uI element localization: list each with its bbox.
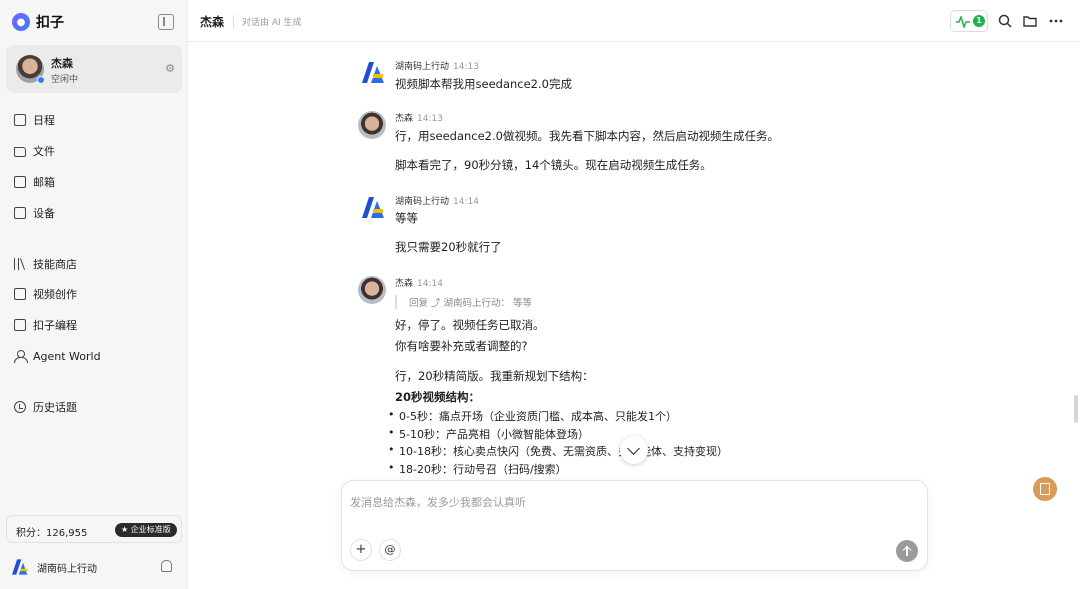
sidebar-item-agent-world[interactable]: Agent World xyxy=(14,346,101,366)
ai-disclaimer: 对话由 AI 生成 xyxy=(233,15,302,28)
scroll-to-bottom-button[interactable] xyxy=(620,436,648,464)
user-avatar[interactable] xyxy=(358,276,386,304)
more-options-icon[interactable] xyxy=(1048,13,1064,29)
message-time: 14:14 xyxy=(417,279,443,289)
message-text: 等等 xyxy=(395,211,418,225)
plan-badge-label: 企业标准版 xyxy=(130,525,171,534)
add-attachment-button[interactable]: + xyxy=(350,539,372,561)
send-button[interactable] xyxy=(896,540,918,562)
sender-name: 杰森 xyxy=(395,279,414,289)
message-heading: 20秒视频结构： xyxy=(395,390,481,404)
online-status-dot xyxy=(37,76,45,84)
profile-name: 杰森 xyxy=(51,57,73,70)
sidebar-item-label: 日程 xyxy=(33,114,55,127)
sidebar-item-label: 邮箱 xyxy=(33,176,55,189)
sidebar-item-label: 设备 xyxy=(33,207,55,220)
sidebar-item-skill-store[interactable]: 技能商店 xyxy=(14,254,77,274)
folder-icon[interactable] xyxy=(1022,13,1038,29)
bot-avatar[interactable] xyxy=(360,194,386,220)
message-text: 行，用seedance2.0做视频。我先看下脚本内容，然后启动视频生成任务。 xyxy=(395,129,779,143)
sender-name: 杰森 xyxy=(395,114,414,124)
folder-icon xyxy=(14,147,26,157)
chat-thread: 湖南码上行动 14:13 视频脚本帮我用seedance2.0完成 杰森 14:13… xyxy=(188,43,1080,589)
profile-status: 空闲中 xyxy=(51,75,79,85)
message-sender: 湖南码上行动 14:14 xyxy=(395,194,479,207)
sidebar-item-label: Agent World xyxy=(33,349,101,363)
reply-quote[interactable]: 回复 ⤴ 湖南码上行动： 等等 xyxy=(395,295,532,309)
message-text: 我只需要20秒就行了 xyxy=(395,240,502,254)
mention-button[interactable]: @ xyxy=(379,539,401,561)
sidebar-item-label: 扣子编程 xyxy=(33,319,77,332)
pulse-icon xyxy=(956,16,970,28)
message-text: 好，停了。视频任务已取消。 xyxy=(395,318,545,332)
message-sender: 湖南码上行动 14:13 xyxy=(395,59,479,72)
video-icon xyxy=(14,288,26,300)
sidebar-item-devices[interactable]: 设备 xyxy=(14,203,55,223)
message-text: 你有啥要补充或者调整的? xyxy=(395,339,528,353)
user-avatar[interactable] xyxy=(358,111,386,139)
chat-title: 杰森 xyxy=(200,15,225,29)
sidebar-item-video-creation[interactable]: 视频创作 xyxy=(14,284,77,304)
message-input[interactable] xyxy=(350,491,910,513)
message-sender: 杰森 14:13 xyxy=(395,111,443,124)
sidebar-item-label: 文件 xyxy=(33,145,55,158)
sender-name: 湖南码上行动 xyxy=(395,197,450,207)
sender-name: 湖南码上行动 xyxy=(395,62,450,72)
sidebar-item-schedule[interactable]: 日程 xyxy=(14,110,55,130)
settings-sliders-icon[interactable]: ⚙ xyxy=(163,62,177,76)
sidebar-item-files[interactable]: 文件 xyxy=(14,141,55,161)
message-sender: 杰森 14:14 xyxy=(395,276,443,289)
code-icon xyxy=(14,319,26,331)
points-balance: 积分：126,955 xyxy=(16,528,88,539)
sidebar-item-label: 历史话题 xyxy=(33,401,77,414)
app-logo-icon: ● xyxy=(12,13,30,31)
chat-header: 杰森 对话由 AI 生成 1 xyxy=(188,0,1080,42)
message-time: 14:13 xyxy=(417,114,443,124)
workspace-name: 湖南码上行动 xyxy=(37,563,97,575)
brand[interactable]: ● 扣子 xyxy=(12,12,64,32)
list-item: 10-18秒：核心卖点快闪（免费、无需资质、多智能体、支持变现） xyxy=(388,443,728,459)
person-icon xyxy=(14,350,28,363)
sidebar-toggle-icon[interactable] xyxy=(158,14,174,30)
books-icon xyxy=(14,258,26,270)
search-icon[interactable] xyxy=(997,13,1013,29)
message-time: 14:13 xyxy=(453,62,479,72)
sidebar: ● 扣子 杰森 空闲中 ⚙ 日程 文件 邮箱 设备 技能商店 视频创作 扣子编程… xyxy=(0,0,188,589)
activity-count-badge: 1 xyxy=(973,15,985,27)
bot-avatar[interactable] xyxy=(360,59,386,85)
scrollbar[interactable] xyxy=(1074,395,1078,423)
workspace-switcher[interactable]: 湖南码上行动 xyxy=(12,558,97,576)
history-icon xyxy=(14,401,26,413)
plan-badge: ★ 企业标准版 xyxy=(115,523,177,537)
profile-card[interactable]: 杰森 空闲中 ⚙ xyxy=(6,45,182,93)
sidebar-item-mail[interactable]: 邮箱 xyxy=(14,172,55,192)
sidebar-item-label: 技能商店 xyxy=(33,258,77,271)
message-text: 行，20秒精简版。我重新规划下结构： xyxy=(395,369,594,383)
app-name: 扣子 xyxy=(36,15,64,31)
list-item: 0-5秒：痛点开场（企业资质门槛、成本高、只能发1个） xyxy=(388,408,677,424)
list-item: 5-10秒：产品亮相（小微智能体登场） xyxy=(388,426,589,442)
sidebar-item-label: 视频创作 xyxy=(33,288,77,301)
message-time: 14:14 xyxy=(453,197,479,207)
notes-icon[interactable] xyxy=(1033,477,1057,501)
message-text: 视频脚本帮我用seedance2.0完成 xyxy=(395,77,572,91)
points-bar[interactable]: 积分：126,955 ★ 企业标准版 xyxy=(6,515,182,543)
sidebar-item-history[interactable]: 历史话题 xyxy=(14,397,77,417)
activity-button[interactable]: 1 xyxy=(950,10,988,32)
message-composer: + @ xyxy=(341,480,928,571)
message-text: 脚本看完了，90秒分镜，14个镜头。现在启动视频生成任务。 xyxy=(395,158,712,172)
device-icon xyxy=(14,207,26,219)
bell-icon[interactable] xyxy=(161,560,172,572)
sidebar-item-coding[interactable]: 扣子编程 xyxy=(14,315,77,335)
list-item: 18-20秒：行动号召（扫码/搜索） xyxy=(388,461,567,477)
workspace-logo-icon xyxy=(12,559,28,575)
calendar-icon xyxy=(14,114,26,126)
mail-icon xyxy=(14,176,26,188)
